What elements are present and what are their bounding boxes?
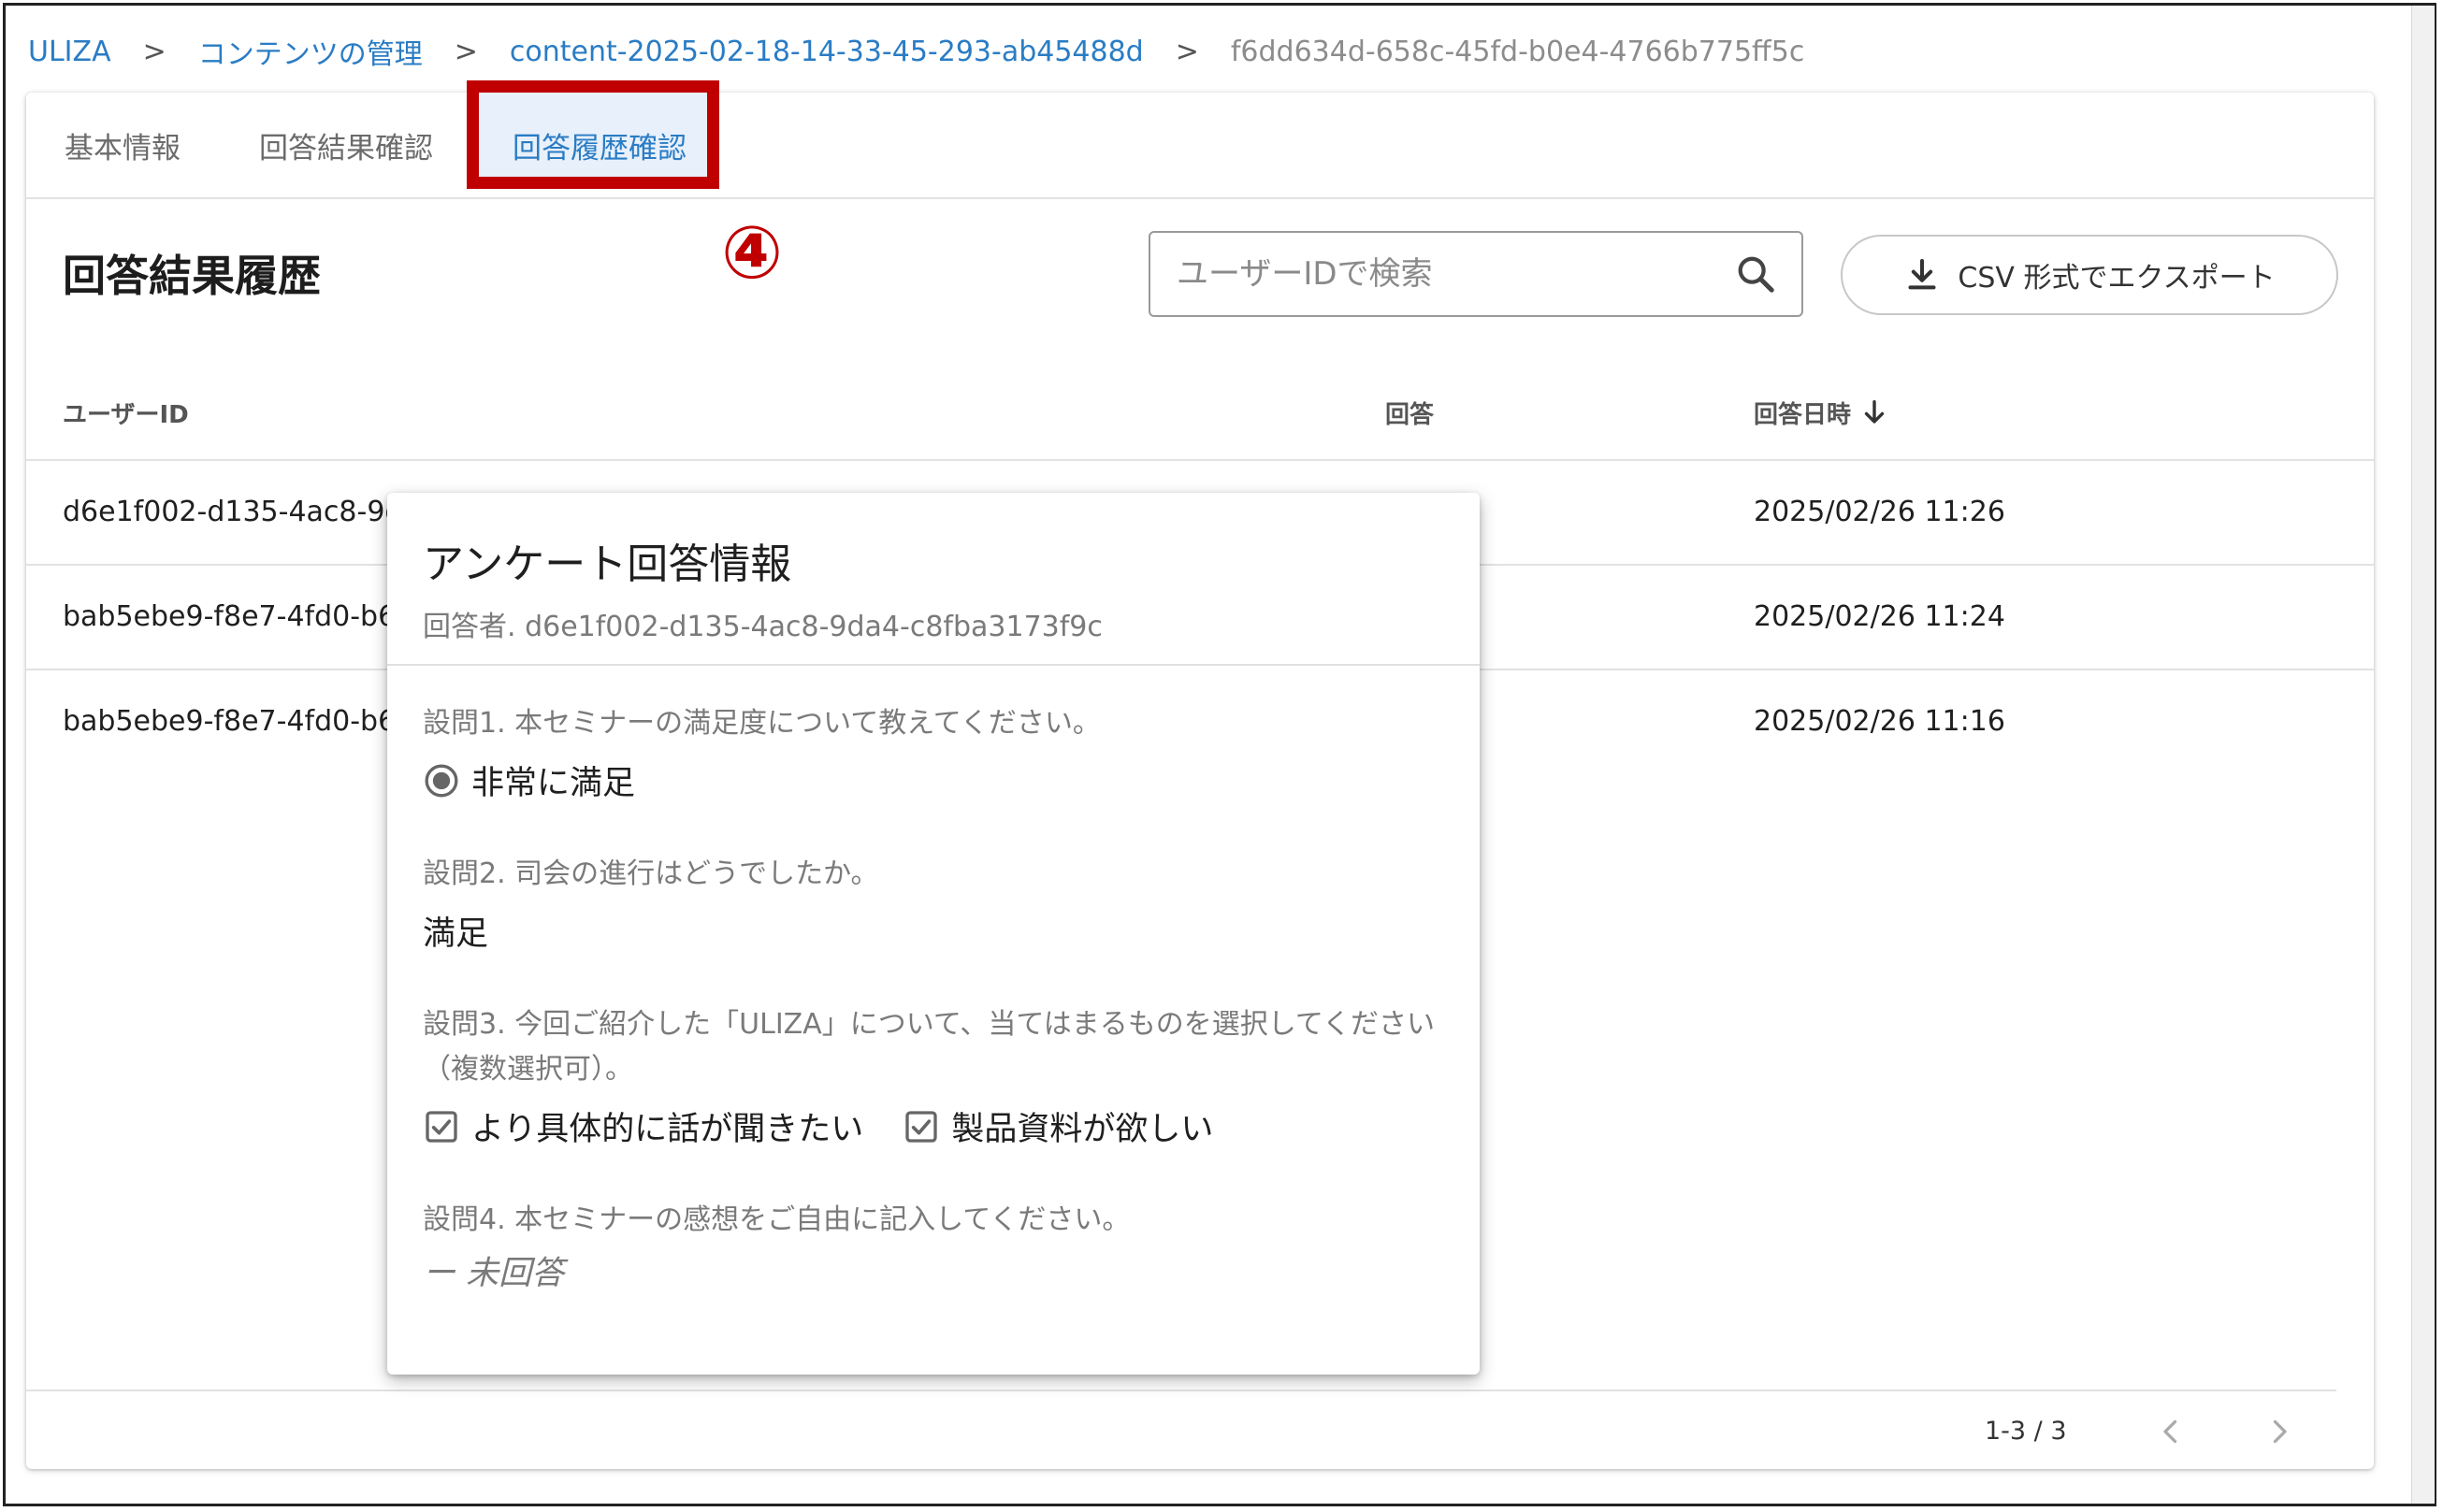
scrollbar-track[interactable] — [2411, 6, 2435, 1504]
download-icon — [1908, 259, 1936, 290]
sort-descending-icon[interactable] — [1858, 396, 1890, 428]
column-header-datetime-label: 回答日時 — [1754, 400, 1852, 429]
popup-header: アンケート回答情報 回答者. d6e1f002-d135-4ac8-9da4-c… — [387, 493, 1480, 666]
breadcrumb-uliza[interactable]: ULIZA — [28, 36, 111, 68]
question-1-answer-text: 非常に満足 — [471, 765, 636, 802]
question-3-option-2-text: 製品資料が欲しい — [951, 1111, 1214, 1148]
breadcrumb-content-id[interactable]: content-2025-02-18-14-33-45-293-ab45488d — [510, 36, 1144, 68]
cell-user-id: bab5ebe9-f8e7-4fd0-b6c — [63, 599, 412, 633]
breadcrumb-current-survey: f6dd634d-658c-45fd-b0e4-4766b775ff5c — [1230, 35, 1805, 68]
question-4-label: 設問4. 本セミナーの感想をご自由に記入してください。 — [423, 1203, 1131, 1236]
search-field[interactable] — [1149, 231, 1803, 317]
prev-page-button[interactable] — [2147, 1408, 2194, 1455]
radio-selected-icon — [425, 764, 458, 797]
column-header-answer[interactable]: 回答 — [1385, 366, 1434, 459]
chevron-right-icon — [2273, 1419, 2287, 1444]
cell-datetime: 2025/02/26 11:24 — [1754, 599, 2005, 633]
search-icon[interactable] — [1734, 252, 1777, 295]
tab-bar: 基本情報 回答結果確認 回答履歴確認 — [26, 80, 2374, 199]
csv-export-label: CSV 形式でエクスポート — [1958, 262, 2276, 295]
csv-export-button[interactable]: CSV 形式でエクスポート — [1841, 235, 2338, 315]
table-footer: 1-3 / 3 — [26, 1390, 2336, 1471]
cell-datetime: 2025/02/26 11:26 — [1754, 495, 2005, 528]
tab-response-results[interactable]: 回答結果確認 — [259, 93, 433, 197]
column-header-datetime[interactable]: 回答日時 — [1754, 366, 1890, 459]
breadcrumb-content-management[interactable]: コンテンツの管理 — [198, 31, 423, 72]
checkbox-checked-icon — [426, 1110, 457, 1143]
popup-title: アンケート回答情報 — [423, 540, 792, 588]
question-3-label: 設問3. 今回ご紹介した「ULIZA」について、当てはまるものを選択してください… — [423, 1008, 1435, 1086]
question-3-option-1-text: より具体的に話が聞きたい — [471, 1111, 864, 1148]
question-4-answer: ー 未回答 — [423, 1255, 565, 1292]
tab-basic-info[interactable]: 基本情報 — [65, 93, 181, 197]
cell-user-id: d6e1f002-d135-4ac8-9d — [63, 495, 403, 528]
question-3-option-2: 製品資料が欲しい — [903, 1102, 1213, 1150]
table-header: ユーザーID 回答 回答日時 — [26, 366, 2374, 461]
survey-answer-popup: アンケート回答情報 回答者. d6e1f002-d135-4ac8-9da4-c… — [387, 493, 1480, 1375]
breadcrumb-separator: > — [1175, 35, 1199, 68]
question-2-answer: 満足 — [423, 915, 489, 953]
chevron-left-icon — [2163, 1419, 2177, 1444]
next-page-button[interactable] — [2256, 1408, 2303, 1455]
checkbox-checked-icon — [905, 1110, 937, 1143]
popup-respondent: 回答者. d6e1f002-d135-4ac8-9da4-c8fba3173f9… — [423, 611, 1103, 643]
search-input[interactable] — [1175, 254, 1734, 294]
cell-user-id: bab5ebe9-f8e7-4fd0-b6c — [63, 704, 412, 738]
breadcrumb-separator: > — [454, 35, 478, 68]
question-3-option-1: より具体的に話が聞きたい — [423, 1102, 863, 1150]
page-title: 回答結果履歴 — [63, 251, 321, 301]
question-1-answer: 非常に満足 — [423, 756, 635, 804]
column-header-user-id[interactable]: ユーザーID — [63, 366, 189, 459]
tab-response-history[interactable]: 回答履歴確認 — [513, 93, 687, 197]
question-2-label: 設問2. 司会の進行はどうでしたか。 — [423, 857, 879, 890]
question-1-label: 設問1. 本セミナーの満足度について教えてください。 — [423, 707, 1101, 740]
breadcrumb-separator: > — [142, 35, 166, 68]
breadcrumb: ULIZA > コンテンツの管理 > content-2025-02-18-14… — [28, 28, 1804, 75]
annotation-marker: ④ — [720, 211, 784, 295]
cell-datetime: 2025/02/26 11:16 — [1754, 704, 2005, 738]
question-3-answers: より具体的に話が聞きたい 製品資料が欲しい — [423, 1102, 1241, 1150]
pagination-range: 1-3 / 3 — [1985, 1417, 2067, 1446]
